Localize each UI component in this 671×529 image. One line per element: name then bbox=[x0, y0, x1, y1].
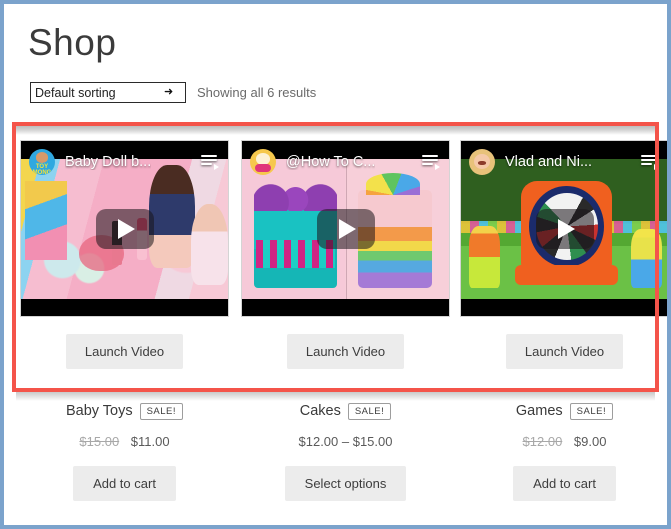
status-badge: SALE! bbox=[139, 402, 184, 420]
old-price: $15.00 bbox=[79, 434, 120, 449]
result-count: Showing all 6 results bbox=[197, 85, 317, 100]
product-grid: Baby Doll b... bbox=[4, 135, 667, 525]
launch-video-button[interactable]: Launch Video bbox=[286, 334, 405, 369]
launch-video-button[interactable]: Launch Video bbox=[65, 334, 184, 369]
product-name[interactable]: Baby Toys bbox=[66, 403, 133, 419]
channel-avatar-icon[interactable] bbox=[250, 149, 276, 175]
highlight-shadow-bottom bbox=[16, 392, 655, 401]
letterbox-bottom bbox=[242, 299, 449, 316]
watch-later-queue-icon[interactable] bbox=[201, 155, 219, 170]
video-title[interactable]: @How To C... bbox=[286, 154, 375, 170]
play-button[interactable] bbox=[316, 208, 375, 249]
product-info: Games SALE! $12.00 $9.00 Add to cart bbox=[454, 400, 667, 501]
video-title[interactable]: Vlad and Ni... bbox=[505, 154, 592, 170]
launch-video-wrap: Launch Video bbox=[235, 312, 456, 369]
status-badge: SALE! bbox=[569, 402, 614, 420]
channel-avatar-icon[interactable] bbox=[29, 149, 55, 175]
current-price: $11.00 bbox=[130, 434, 170, 449]
letterbox-bottom bbox=[461, 299, 667, 316]
select-options-button[interactable]: Select options bbox=[284, 466, 407, 501]
product-info: Baby Toys SALE! $15.00 $11.00 Add to car… bbox=[14, 400, 235, 501]
product-title-row: Baby Toys SALE! bbox=[14, 400, 235, 422]
current-price: $9.00 bbox=[573, 434, 607, 449]
watch-later-queue-icon[interactable] bbox=[641, 155, 659, 170]
channel-avatar-icon[interactable] bbox=[469, 149, 495, 175]
watch-later-queue-icon[interactable] bbox=[422, 155, 440, 170]
add-to-cart-button[interactable]: Add to cart bbox=[513, 466, 616, 501]
sort-select[interactable]: Default sorting bbox=[30, 82, 186, 103]
highlight-shadow-top bbox=[16, 126, 655, 135]
launch-video-wrap: Launch Video bbox=[454, 312, 667, 369]
old-price: $12.00 bbox=[522, 434, 563, 449]
product-info: Cakes SALE! $12.00 – $15.00 Select optio… bbox=[235, 400, 456, 501]
video-header: Baby Doll b... bbox=[21, 145, 228, 179]
price-row: $12.00 – $15.00 bbox=[235, 434, 456, 449]
current-price: $12.00 – $15.00 bbox=[298, 434, 393, 449]
price-row: $15.00 $11.00 bbox=[14, 434, 235, 449]
launch-video-wrap: Launch Video bbox=[14, 312, 235, 369]
product-name[interactable]: Cakes bbox=[300, 403, 341, 419]
letterbox-bottom bbox=[21, 299, 228, 316]
price-row: $12.00 $9.00 bbox=[454, 434, 667, 449]
play-button[interactable] bbox=[95, 208, 154, 249]
video-header: @How To C... bbox=[242, 145, 449, 179]
video-embed-cakes[interactable]: @How To C... bbox=[241, 140, 450, 317]
video-title[interactable]: Baby Doll b... bbox=[65, 154, 151, 170]
add-to-cart-button[interactable]: Add to cart bbox=[73, 466, 176, 501]
launch-video-button[interactable]: Launch Video bbox=[505, 334, 624, 369]
video-embed-games[interactable]: Vlad and Ni... bbox=[460, 140, 667, 317]
page-title: Shop bbox=[28, 22, 117, 63]
status-badge: SALE! bbox=[347, 402, 392, 420]
product-name[interactable]: Games bbox=[516, 403, 563, 419]
product-title-row: Cakes SALE! bbox=[235, 400, 456, 422]
video-embed-baby-toys[interactable]: Baby Doll b... bbox=[20, 140, 229, 317]
play-button[interactable] bbox=[535, 208, 594, 249]
page-frame: Shop Default sorting ➜ Showing all 6 res… bbox=[4, 4, 667, 525]
product-title-row: Games SALE! bbox=[454, 400, 667, 422]
video-header: Vlad and Ni... bbox=[461, 145, 667, 179]
